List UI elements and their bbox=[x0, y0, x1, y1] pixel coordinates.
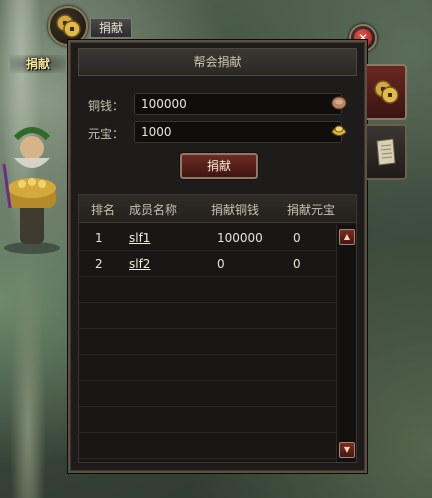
header-donated-yuanbao: 捐献元宝 bbox=[287, 203, 336, 217]
table-row-empty bbox=[79, 355, 336, 381]
header-donated-copper: 捐献铜钱 bbox=[211, 203, 260, 217]
header-member-name: 成员名称 bbox=[129, 203, 178, 217]
coins-icon bbox=[374, 80, 399, 104]
guild-donate-panel: 帮会捐献 铜钱： 100000 元宝： 1000 捐献 排名 成员名称 捐献铜钱… bbox=[68, 40, 367, 473]
table-body: 1 slf1 100000 0 2 slf2 0 0 bbox=[79, 225, 336, 462]
side-tab-records[interactable] bbox=[367, 124, 407, 180]
table-row-empty bbox=[79, 407, 336, 433]
donation-ranking-table: 排名 成员名称 捐献铜钱 捐献元宝 1 slf1 100000 0 2 slf2… bbox=[78, 194, 357, 463]
cell-rank: 2 bbox=[95, 257, 103, 271]
donate-badge[interactable]: 捐献 bbox=[10, 55, 66, 73]
copper-row: 铜钱： 100000 bbox=[78, 93, 357, 117]
yuanbao-input[interactable]: 1000 bbox=[134, 121, 342, 143]
yuanbao-label: 元宝： bbox=[88, 127, 125, 141]
side-tab-donate[interactable] bbox=[367, 64, 407, 120]
table-scrollbar[interactable]: ▲ ▼ bbox=[336, 225, 356, 462]
donate-button[interactable]: 捐献 bbox=[180, 153, 258, 179]
panel-title: 帮会捐献 bbox=[78, 48, 357, 76]
table-row-empty bbox=[79, 381, 336, 407]
table-row-empty bbox=[79, 303, 336, 329]
gold-ingot-icon bbox=[331, 125, 347, 136]
npc-merchant[interactable] bbox=[0, 118, 64, 258]
tab-donate[interactable]: 捐献 bbox=[90, 18, 132, 38]
yuanbao-row: 元宝： 1000 bbox=[78, 121, 357, 145]
member-name-link[interactable]: slf1 bbox=[129, 231, 150, 245]
scroll-up-button[interactable]: ▲ bbox=[339, 229, 355, 245]
cell-yuanbao: 0 bbox=[293, 231, 301, 245]
table-row-empty bbox=[79, 329, 336, 355]
cell-copper: 100000 bbox=[217, 231, 263, 245]
table-row-empty bbox=[79, 433, 336, 459]
copper-label: 铜钱： bbox=[88, 99, 125, 113]
member-name-link[interactable]: slf2 bbox=[129, 257, 150, 271]
header-rank: 排名 bbox=[91, 203, 116, 217]
coins-icon bbox=[56, 14, 81, 38]
cell-copper: 0 bbox=[217, 257, 225, 271]
table-header: 排名 成员名称 捐献铜钱 捐献元宝 bbox=[79, 195, 356, 223]
table-row: 2 slf2 0 0 bbox=[79, 251, 336, 277]
scroll-icon bbox=[376, 138, 396, 166]
scroll-down-button[interactable]: ▼ bbox=[339, 442, 355, 458]
cell-yuanbao: 0 bbox=[293, 257, 301, 271]
table-row-empty bbox=[79, 277, 336, 303]
cell-rank: 1 bbox=[95, 231, 103, 245]
copper-coin-icon bbox=[331, 96, 347, 110]
copper-input[interactable]: 100000 bbox=[134, 93, 342, 115]
table-row: 1 slf1 100000 0 bbox=[79, 225, 336, 251]
